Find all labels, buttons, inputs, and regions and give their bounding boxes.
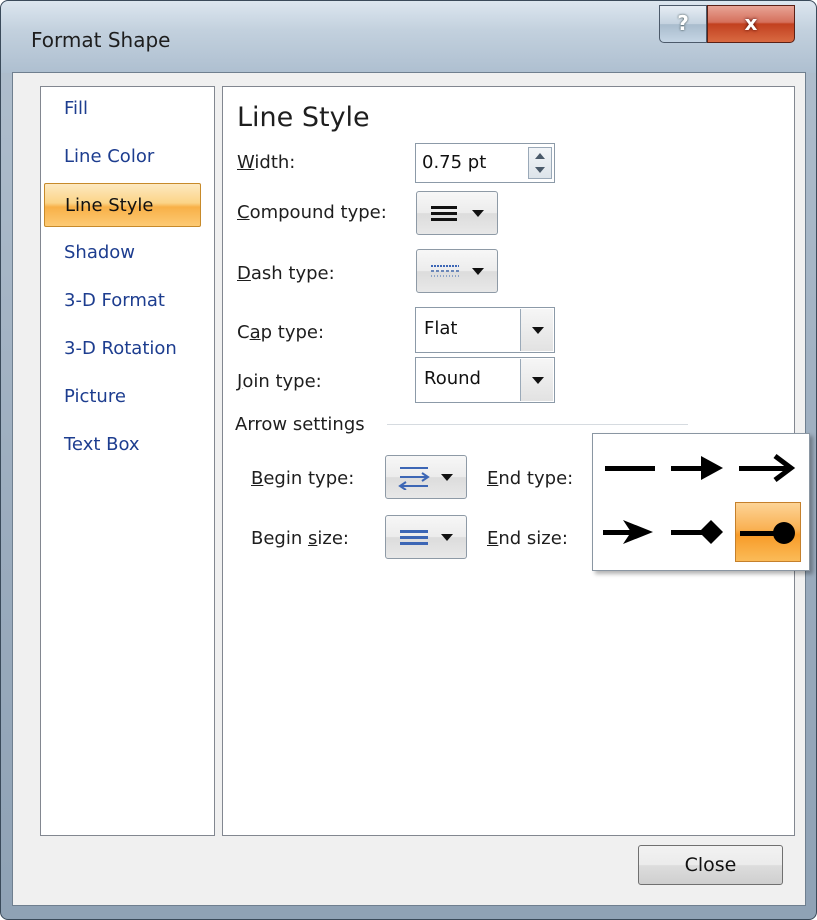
nav-item-shadow[interactable]: Shadow	[44, 231, 201, 275]
arrow-type-icon	[398, 467, 430, 490]
arrow-option-diamond-arrow[interactable]	[665, 502, 731, 562]
nav-item-fill[interactable]: Fill	[44, 87, 201, 131]
line-no-arrow-icon	[605, 466, 655, 471]
close-icon: x	[744, 11, 758, 35]
spin-down-icon	[535, 167, 545, 173]
width-spin-buttons[interactable]	[528, 147, 552, 179]
nav-item-3d-format[interactable]: 3-D Format	[44, 279, 201, 323]
compound-type-dropdown[interactable]	[416, 191, 498, 235]
width-label: Width:	[237, 152, 296, 173]
arrow-option-open-arrow[interactable]	[735, 438, 801, 498]
nav-item-label: Text Box	[64, 434, 140, 455]
line-arrow-icon	[671, 456, 723, 480]
close-button[interactable]: Close	[638, 845, 783, 885]
compound-type-label: Compound type:	[237, 202, 387, 223]
end-size-label: End size:	[487, 528, 568, 549]
arrow-option-arrow[interactable]	[665, 438, 731, 498]
dash-type-dropdown[interactable]	[416, 249, 498, 293]
arrow-settings-divider	[387, 424, 688, 426]
arrow-size-icon	[400, 530, 428, 545]
join-type-label: Join type:	[237, 371, 322, 392]
help-icon: ?	[677, 11, 689, 35]
nav-item-text-box[interactable]: Text Box	[44, 423, 201, 467]
compound-lines-icon	[431, 206, 457, 221]
width-spinner[interactable]: 0.75 pt	[415, 143, 555, 183]
nav-item-3d-rotation[interactable]: 3-D Rotation	[44, 327, 201, 371]
nav-item-label: Picture	[64, 386, 126, 407]
nav-item-label: Line Style	[65, 195, 154, 216]
begin-type-dropdown[interactable]	[385, 455, 467, 499]
line-stealth-arrow-icon	[603, 520, 653, 544]
arrow-option-stealth-arrow[interactable]	[595, 502, 661, 562]
category-list: Fill Line Color Line Style Shadow 3-D Fo…	[40, 86, 215, 836]
arrow-option-oval-arrow[interactable]	[735, 502, 801, 562]
spin-up-icon	[535, 153, 545, 159]
nav-item-label: Shadow	[64, 242, 136, 263]
begin-size-dropdown[interactable]	[385, 515, 467, 559]
begin-type-label: Begin type:	[251, 468, 355, 489]
nav-item-label: 3-D Rotation	[64, 338, 177, 359]
chevron-down-icon[interactable]	[520, 359, 553, 401]
end-type-label: End type:	[487, 468, 574, 489]
chevron-down-icon	[472, 268, 484, 275]
nav-item-picture[interactable]: Picture	[44, 375, 201, 419]
cap-type-value: Flat	[424, 318, 458, 339]
width-value: 0.75 pt	[422, 152, 487, 173]
nav-item-label: Line Color	[64, 146, 155, 167]
line-oval-arrow-icon	[740, 522, 795, 544]
arrow-settings-title: Arrow settings	[235, 414, 365, 435]
window-title: Format Shape	[31, 28, 171, 52]
chevron-down-icon	[441, 534, 453, 541]
dash-lines-icon	[431, 265, 459, 277]
title-bar[interactable]: Format Shape ? x	[1, 1, 816, 73]
help-button[interactable]: ?	[659, 5, 707, 43]
panel-heading: Line Style	[237, 102, 370, 133]
chevron-down-icon[interactable]	[520, 309, 553, 351]
window-close-button[interactable]: x	[707, 5, 795, 43]
nav-item-line-style[interactable]: Line Style	[44, 183, 201, 227]
line-diamond-arrow-icon	[671, 520, 723, 544]
join-type-select[interactable]: Round	[415, 357, 555, 403]
format-shape-dialog: Format Shape ? x Fill Line Color Line St…	[0, 0, 817, 920]
dash-type-label: Dash type:	[237, 263, 335, 284]
line-open-arrow-icon	[739, 454, 796, 482]
cap-type-label: Cap type:	[237, 322, 325, 343]
join-type-value: Round	[424, 368, 481, 389]
end-type-popup	[592, 433, 810, 571]
nav-item-label: Fill	[64, 98, 89, 119]
cap-type-select[interactable]: Flat	[415, 307, 555, 353]
chevron-down-icon	[441, 474, 453, 481]
chevron-down-icon	[472, 210, 484, 217]
begin-size-label: Begin size:	[251, 528, 349, 549]
nav-item-line-color[interactable]: Line Color	[44, 135, 201, 179]
arrow-option-no-arrow[interactable]	[595, 438, 661, 498]
nav-item-label: 3-D Format	[64, 290, 165, 311]
